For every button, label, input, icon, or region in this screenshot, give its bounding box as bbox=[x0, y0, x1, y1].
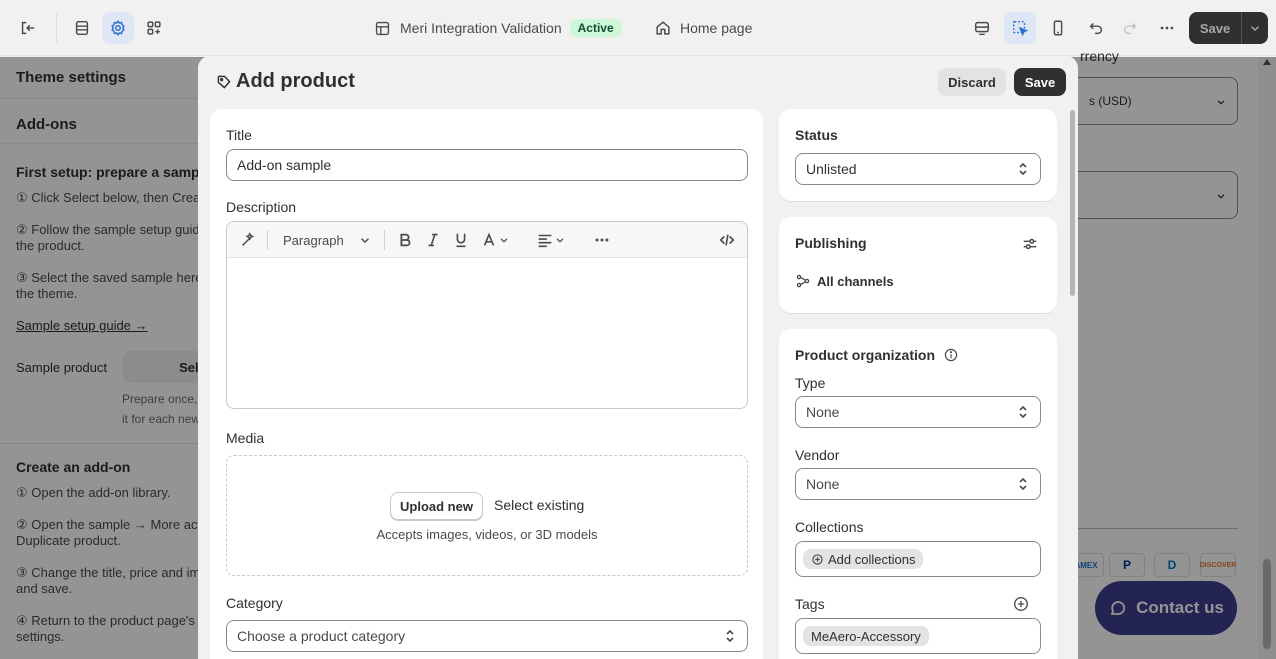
editor-toolbar: Paragraph bbox=[227, 222, 747, 258]
status-value: Unlisted bbox=[806, 161, 857, 177]
modal-title-text: Add product bbox=[236, 70, 355, 92]
type-label: Type bbox=[795, 375, 826, 391]
collections-field[interactable]: Add collections bbox=[795, 541, 1041, 577]
text-color-icon[interactable] bbox=[480, 230, 510, 250]
media-label: Media bbox=[226, 430, 265, 446]
type-value: None bbox=[806, 404, 840, 420]
info-icon[interactable] bbox=[943, 347, 959, 363]
theme-icon bbox=[375, 21, 390, 35]
all-channels: All channels bbox=[795, 273, 894, 289]
description-editor[interactable]: Paragraph bbox=[226, 221, 748, 409]
channels-icon bbox=[796, 274, 810, 288]
theme-save-label: Save bbox=[1199, 20, 1231, 36]
more-formatting-icon[interactable] bbox=[593, 230, 611, 250]
manage-channels-icon[interactable] bbox=[1021, 235, 1039, 253]
chevron-down-icon bbox=[556, 238, 564, 243]
upload-new-button[interactable]: Upload new bbox=[390, 492, 483, 520]
apps-icon[interactable] bbox=[138, 12, 170, 44]
vendor-select[interactable]: None bbox=[795, 468, 1041, 500]
tags-label: Tags bbox=[795, 596, 825, 612]
discard-button[interactable]: Discard bbox=[938, 68, 1006, 96]
tag-value: MeAero-Accessory bbox=[811, 628, 921, 644]
chevron-down-icon[interactable] bbox=[1242, 21, 1268, 35]
inspect-icon[interactable] bbox=[1004, 12, 1036, 44]
title-input[interactable]: Add-on sample bbox=[226, 149, 748, 181]
tags-field[interactable]: MeAero-Accessory bbox=[795, 618, 1041, 654]
media-hint: Accepts images, videos, or 3D models bbox=[376, 527, 598, 542]
tag-icon bbox=[217, 75, 231, 89]
desktop-view-icon[interactable] bbox=[966, 12, 998, 44]
paragraph-dropdown[interactable]: Paragraph bbox=[283, 230, 372, 250]
publishing-card: Publishing All channels bbox=[779, 217, 1057, 313]
category-select[interactable]: Choose a product category bbox=[226, 620, 748, 652]
add-collections-chip[interactable]: Add collections bbox=[803, 549, 924, 569]
modal-title: Add product bbox=[216, 70, 355, 93]
media-dropzone[interactable]: Upload new Select existing Accepts image… bbox=[226, 455, 748, 576]
store-name: Meri Integration Validation bbox=[400, 20, 562, 36]
italic-icon[interactable] bbox=[424, 230, 442, 250]
redo-icon[interactable] bbox=[1114, 12, 1146, 44]
sections-icon[interactable] bbox=[66, 12, 98, 44]
modal-scrollbar[interactable] bbox=[1070, 110, 1075, 296]
magic-icon[interactable] bbox=[239, 230, 257, 250]
select-caret-icon bbox=[726, 629, 734, 643]
select-caret-icon bbox=[1019, 405, 1027, 419]
tag-chip[interactable]: MeAero-Accessory bbox=[803, 626, 929, 646]
status-badge: Active bbox=[569, 19, 622, 37]
product-details-card: Title Add-on sample Description Paragrap… bbox=[210, 109, 763, 659]
title-label: Title bbox=[226, 127, 252, 143]
exit-icon[interactable] bbox=[12, 12, 44, 44]
description-label: Description bbox=[226, 199, 297, 215]
category-label: Category bbox=[226, 595, 283, 611]
select-existing-link[interactable]: Select existing bbox=[494, 497, 584, 513]
align-icon[interactable] bbox=[536, 230, 566, 250]
status-label: Status bbox=[795, 127, 838, 143]
theme-save-button[interactable]: Save bbox=[1189, 12, 1268, 44]
select-caret-icon bbox=[1019, 477, 1027, 491]
select-caret-icon bbox=[1019, 162, 1027, 176]
add-product-modal: Add product Discard Save Title Add-on sa… bbox=[198, 56, 1078, 659]
add-tag-icon[interactable] bbox=[1012, 595, 1030, 613]
category-placeholder: Choose a product category bbox=[237, 628, 406, 644]
organization-label: Product organization bbox=[795, 347, 935, 363]
organization-header: Product organization bbox=[795, 347, 959, 363]
home-icon bbox=[656, 21, 670, 35]
publishing-label: Publishing bbox=[795, 235, 867, 251]
channels-label: All channels bbox=[817, 273, 894, 289]
save-button[interactable]: Save bbox=[1014, 68, 1066, 96]
code-view-icon[interactable] bbox=[718, 230, 736, 250]
vendor-label: Vendor bbox=[795, 447, 840, 463]
theme-name-group[interactable]: Meri Integration Validation Active bbox=[374, 16, 622, 40]
bold-icon[interactable] bbox=[396, 230, 414, 250]
title-value: Add-on sample bbox=[237, 157, 332, 173]
theme-settings-gear-icon[interactable] bbox=[102, 12, 134, 44]
chevron-down-icon bbox=[360, 238, 369, 244]
undo-icon[interactable] bbox=[1080, 12, 1112, 44]
add-collections-label: Add collections bbox=[828, 551, 916, 567]
chevron-down-icon bbox=[500, 238, 508, 243]
page-selector[interactable]: Home page bbox=[654, 16, 752, 40]
status-select[interactable]: Unlisted bbox=[795, 153, 1041, 185]
more-options-icon[interactable] bbox=[1151, 12, 1183, 44]
product-organization-card: Product organization Type None Vendor No… bbox=[779, 329, 1057, 659]
type-select[interactable]: None bbox=[795, 396, 1041, 428]
page-name: Home page bbox=[680, 20, 753, 36]
underline-icon[interactable] bbox=[452, 230, 470, 250]
add-circle-icon bbox=[812, 553, 823, 565]
mobile-view-icon[interactable] bbox=[1042, 12, 1074, 44]
vendor-value: None bbox=[806, 476, 840, 492]
paragraph-label: Paragraph bbox=[283, 232, 344, 248]
status-card: Status Unlisted bbox=[779, 109, 1057, 201]
collections-label: Collections bbox=[795, 519, 864, 535]
